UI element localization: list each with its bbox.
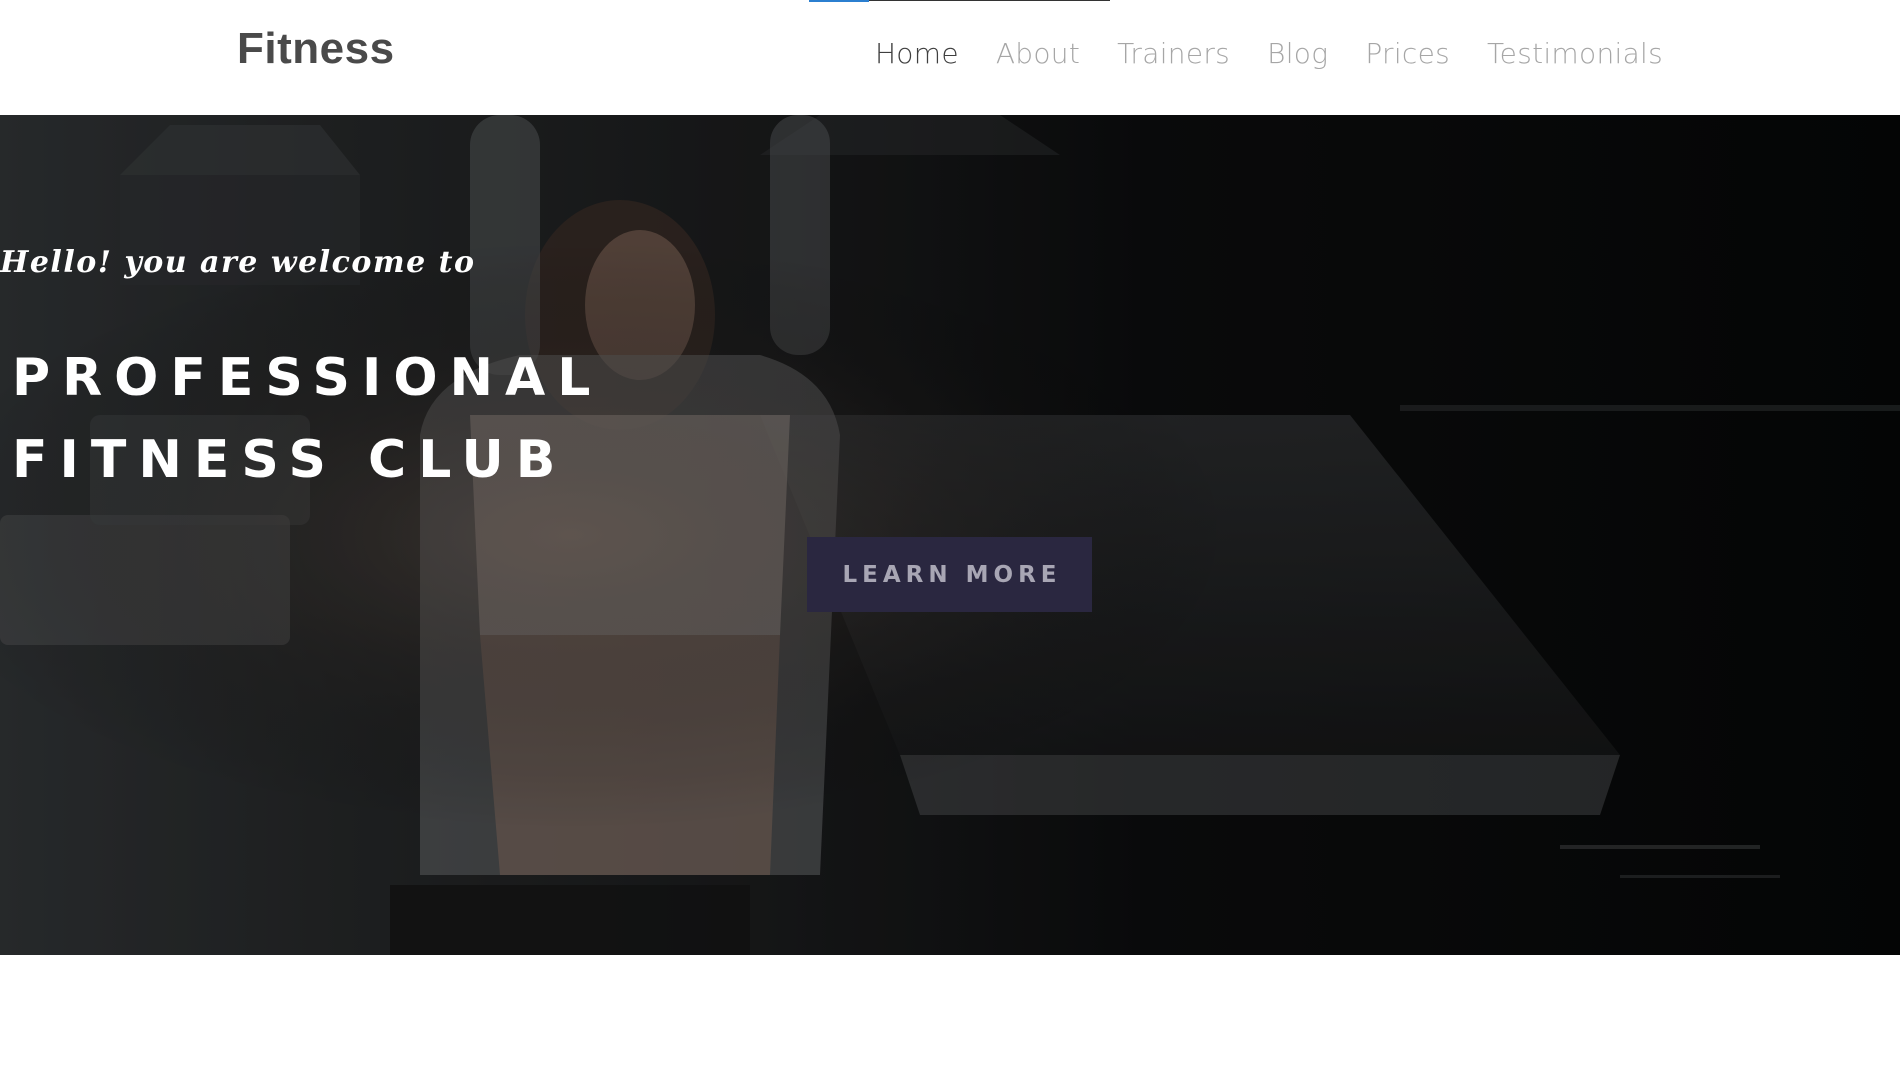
hero-greeting: Hello! you are welcome to xyxy=(0,245,476,280)
hero-overlay xyxy=(0,115,1900,955)
main-nav: Home About Trainers Blog Prices Testimon… xyxy=(875,37,1663,70)
header-accent-bar xyxy=(809,0,1110,2)
nav-item-home[interactable]: Home xyxy=(875,37,959,70)
hero-title-line-2: FITNESS CLUB xyxy=(12,430,568,490)
nav-item-about[interactable]: About xyxy=(996,37,1080,70)
learn-more-button[interactable]: LEARN MORE xyxy=(807,537,1092,612)
hero-title-line-1: PROFESSIONAL xyxy=(12,348,603,408)
hero-section: Hello! you are welcome to PROFESSIONAL F… xyxy=(0,115,1900,955)
page: Fitness Home About Trainers Blog Prices … xyxy=(0,0,1900,1080)
nav-item-prices[interactable]: Prices xyxy=(1365,37,1450,70)
nav-item-testimonials[interactable]: Testimonials xyxy=(1487,37,1663,70)
site-header: Fitness Home About Trainers Blog Prices … xyxy=(0,0,1900,115)
hero-title: PROFESSIONAL FITNESS CLUB xyxy=(0,337,1900,501)
nav-item-blog[interactable]: Blog xyxy=(1267,37,1328,70)
nav-item-trainers[interactable]: Trainers xyxy=(1117,37,1230,70)
site-logo[interactable]: Fitness xyxy=(237,24,395,74)
